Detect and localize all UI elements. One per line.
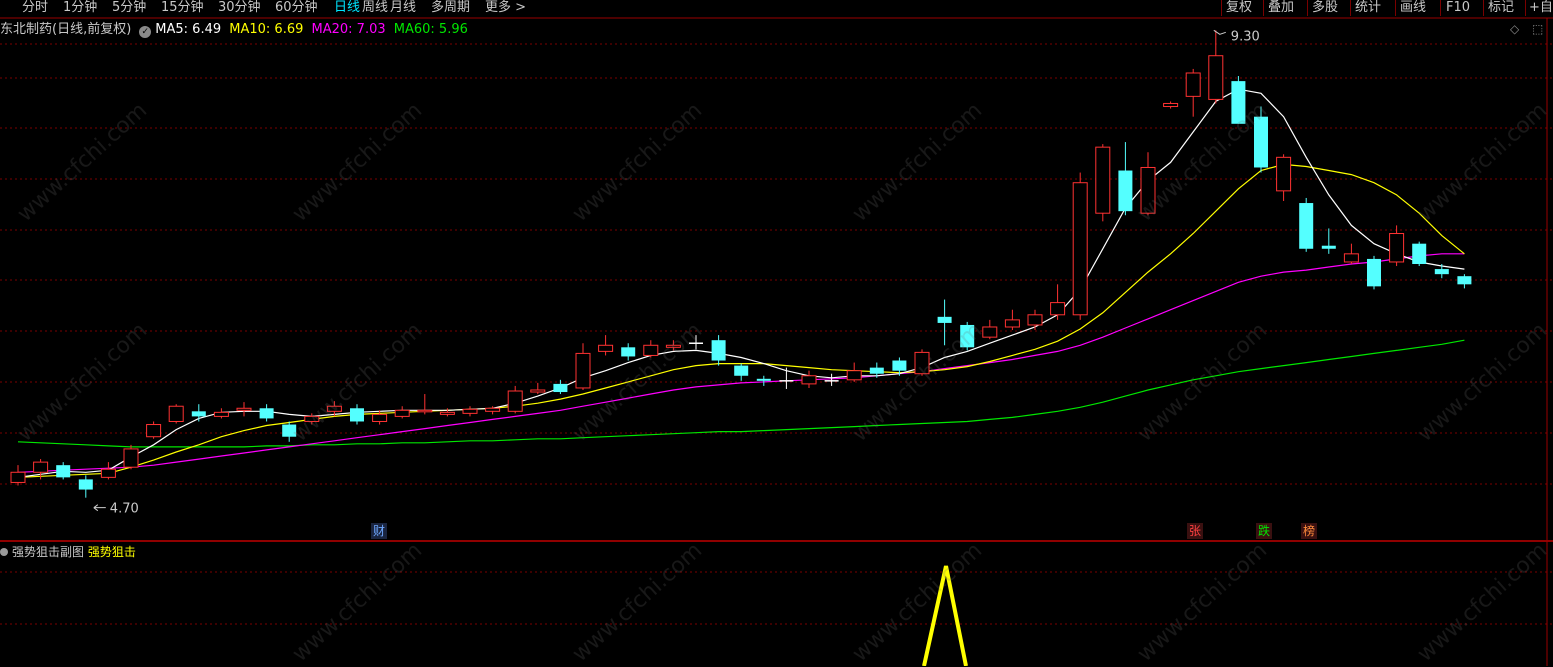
candle-body-up [1095,146,1111,214]
candle-body-down [1367,258,1381,287]
signal-tag-rank[interactable]: 榜 [1301,523,1318,539]
candle-body-up [1004,319,1020,328]
candle-body-up [439,411,455,415]
candle-body-up [1208,55,1224,100]
candle-body-up [1140,166,1156,214]
candle-body-up [1343,253,1359,263]
signal-tag-rise[interactable]: 张 [1187,523,1204,539]
candle-body-up [10,471,26,483]
candle-body-down [1434,269,1449,275]
candle-body-up [236,407,252,411]
candle-body-up [123,448,139,468]
candle-body-down [1457,276,1472,285]
sub-panel-name: 强势狙击副图 [12,545,85,559]
candle-body-up [168,405,184,422]
candle-body-down [350,408,364,422]
candle-body-up [33,461,49,473]
candle-body-up [801,375,817,385]
candle-body-down [960,324,975,348]
candle-body-up [665,344,681,348]
sub-panel-label: 强势狙击副图 强势狙击 [0,545,136,559]
candle-body-down [869,367,884,374]
candle-body-up [643,344,659,356]
candle-body-down [937,316,952,323]
candle-body-down [78,479,93,490]
sub-panel-indicator: 强势狙击 [87,545,136,559]
candle-body-up [507,390,523,412]
candle-body-down [621,347,636,357]
candle-body-up [846,370,862,381]
indicator-spike [922,565,968,666]
candle-body-down [756,378,771,381]
low-price-label: 4.70 [110,502,139,517]
sub-panel-toggle-icon[interactable] [0,548,8,556]
candle-body-up [598,344,614,352]
candle-body-up [1050,302,1066,316]
candle-body-up [1389,233,1405,263]
candle-body-down [1299,203,1314,249]
candle-body-up [304,415,320,422]
low-marker-arrow [93,504,106,512]
candle-body-up [1276,156,1292,192]
candle-body-down [56,465,71,478]
candle-body-down [282,424,297,437]
candle-body-down [553,383,568,393]
candle-body-down [1412,243,1427,264]
ma60-line [17,339,1465,448]
signal-tag-finance[interactable]: 财 [371,523,388,539]
candle-body-up [100,468,116,478]
candle-body-down [1118,170,1133,212]
candle-body-down [892,360,907,371]
candle-body-up [485,407,501,412]
ma10-line [17,163,1465,478]
candle-body-up [372,413,388,422]
high-price-label: 9.30 [1231,29,1260,44]
candle-body-up [1072,182,1088,316]
candle-body-down [1231,81,1246,124]
candle-body-down [1254,116,1268,168]
candle-body-down [259,408,274,419]
candle-body-up [417,409,433,413]
candle-body-up [462,408,478,414]
candle-body-up [1185,72,1201,97]
candle-body-down [711,340,726,361]
candle-body-up [326,405,342,412]
candle-body-down [191,411,206,417]
candle-body-up [394,409,410,417]
candle-body-up [914,351,930,375]
candle-body-down [734,365,749,376]
candle-body-up [982,326,998,338]
ma5-line [17,88,1465,478]
candle-body-up [1163,102,1179,108]
candle-body-down [1321,245,1336,249]
candle-body-up [213,411,229,417]
candle-body-up [1027,314,1043,326]
candle-body-up [530,389,546,393]
candle-body-up [146,424,162,438]
signal-tag-fall[interactable]: 跌 [1256,523,1273,539]
candle-body-up [575,352,591,389]
kline-chart[interactable]: 9.30 4.70 [0,0,1553,666]
